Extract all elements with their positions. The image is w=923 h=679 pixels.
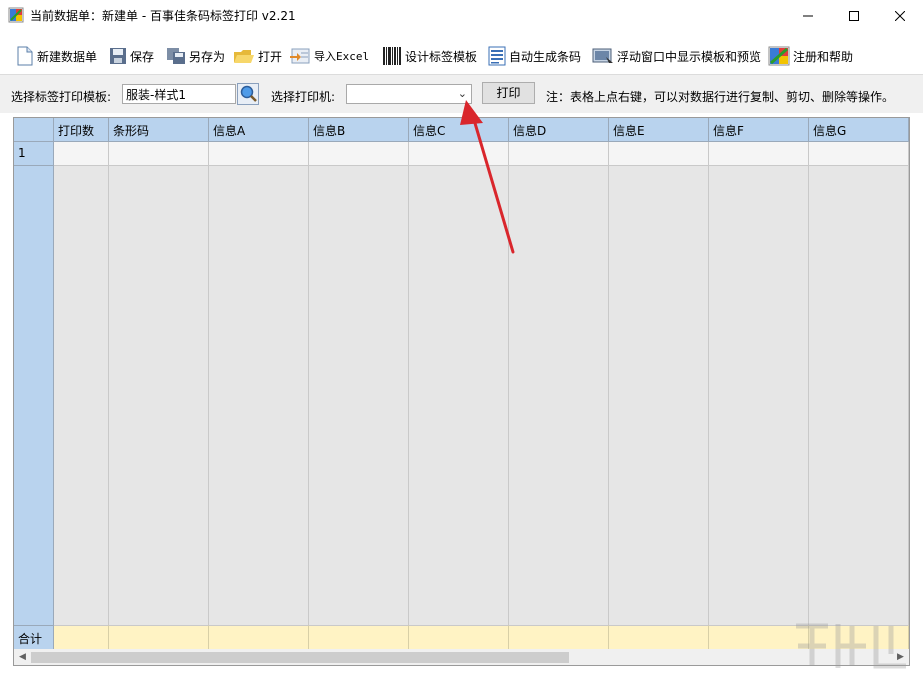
column-header[interactable]: 信息F (709, 118, 809, 142)
usage-note: 注：表格上点右键，可以对数据行进行复制、剪切、删除等操作。 (546, 90, 895, 104)
corner-cell[interactable] (14, 118, 54, 142)
watermark-logo-icon (796, 623, 906, 669)
close-icon (895, 10, 905, 21)
open-button[interactable]: 打开 (233, 40, 282, 72)
title-bar: 当前数据单：新建单 - 百事佳条码标签打印 v2.21 (0, 0, 923, 31)
row-number[interactable]: 1 (14, 142, 54, 166)
close-button[interactable] (877, 0, 923, 31)
minimize-button[interactable] (785, 0, 831, 31)
auto-generate-button[interactable]: 自动生成条码 (488, 40, 581, 72)
save-button[interactable]: 保存 (109, 40, 154, 72)
total-cell (509, 625, 609, 649)
register-help-label: 注册和帮助 (793, 49, 854, 64)
new-document-label: 新建数据单 (37, 49, 98, 64)
grid-cell[interactable] (609, 142, 709, 166)
total-cell (109, 625, 209, 649)
register-help-button[interactable]: 注册和帮助 (768, 40, 853, 72)
empty-column-area (609, 166, 709, 625)
preview-window-icon (592, 48, 613, 63)
empty-column-area (309, 166, 409, 625)
save-as-label: 另存为 (189, 49, 226, 64)
import-excel-label: 导入Excel (314, 50, 370, 63)
search-template-icon[interactable] (237, 83, 259, 105)
new-document-button[interactable]: 新建数据单 (16, 40, 97, 72)
floating-preview-label: 浮动窗口中显示模板和预览 (617, 49, 762, 64)
save-as-button[interactable]: 另存为 (166, 40, 225, 72)
grid-cell[interactable] (709, 142, 809, 166)
total-cell (409, 625, 509, 649)
row-header-column (14, 166, 54, 625)
template-field[interactable]: 服装-样式1 (122, 84, 236, 104)
printer-select[interactable]: ⌄ (346, 84, 472, 104)
empty-column-area (54, 166, 109, 625)
list-icon (488, 46, 506, 66)
barcode-icon (383, 47, 401, 65)
template-label: 选择标签打印模板: (11, 90, 112, 104)
import-excel-icon (290, 48, 310, 64)
help-icon (768, 46, 790, 66)
grid-cell[interactable] (109, 142, 209, 166)
scroll-left-icon[interactable]: ◀ (14, 649, 31, 665)
minimize-icon (803, 15, 813, 16)
column-header[interactable]: 打印数 (54, 118, 109, 142)
save-as-icon (167, 48, 185, 64)
maximize-button[interactable] (831, 0, 877, 31)
total-cell (309, 625, 409, 649)
grid-cell[interactable] (54, 142, 109, 166)
total-cell (54, 625, 109, 649)
save-disk-icon (110, 48, 126, 64)
total-row-label: 合计 (14, 625, 54, 649)
maximize-icon (849, 10, 859, 21)
toolbar: 新建数据单 保存 另存为 打开 导入Excel 设计标签模板 自动生成条码 浮动… (0, 40, 923, 72)
empty-column-area (809, 166, 909, 625)
floating-preview-button[interactable]: 浮动窗口中显示模板和预览 (592, 40, 761, 72)
grid-cell[interactable] (809, 142, 909, 166)
auto-generate-label: 自动生成条码 (509, 49, 582, 64)
grid-cell[interactable] (309, 142, 409, 166)
column-header[interactable]: 信息B (309, 118, 409, 142)
design-template-label: 设计标签模板 (405, 49, 478, 64)
total-cell (209, 625, 309, 649)
open-folder-icon (234, 50, 254, 63)
empty-column-area (709, 166, 809, 625)
horizontal-scrollbar[interactable]: ◀ ▶ (14, 649, 909, 665)
import-excel-button[interactable]: 导入Excel (289, 40, 369, 72)
save-label: 保存 (130, 49, 155, 64)
grid-cell[interactable] (209, 142, 309, 166)
new-document-icon (17, 46, 33, 66)
annotation-arrow-icon (460, 100, 515, 254)
app-logo-icon (8, 7, 24, 23)
column-header[interactable]: 信息G (809, 118, 909, 142)
column-header[interactable]: 条形码 (109, 118, 209, 142)
column-header[interactable]: 信息A (209, 118, 309, 142)
empty-column-area (209, 166, 309, 625)
empty-column-area (109, 166, 209, 625)
open-label: 打开 (258, 49, 283, 64)
printer-label: 选择打印机: (271, 90, 336, 104)
window-title: 当前数据单：新建单 - 百事佳条码标签打印 v2.21 (30, 9, 296, 23)
column-header[interactable]: 信息E (609, 118, 709, 142)
total-cell (609, 625, 709, 649)
design-template-button[interactable]: 设计标签模板 (382, 40, 477, 72)
scrollbar-thumb[interactable] (31, 652, 569, 663)
